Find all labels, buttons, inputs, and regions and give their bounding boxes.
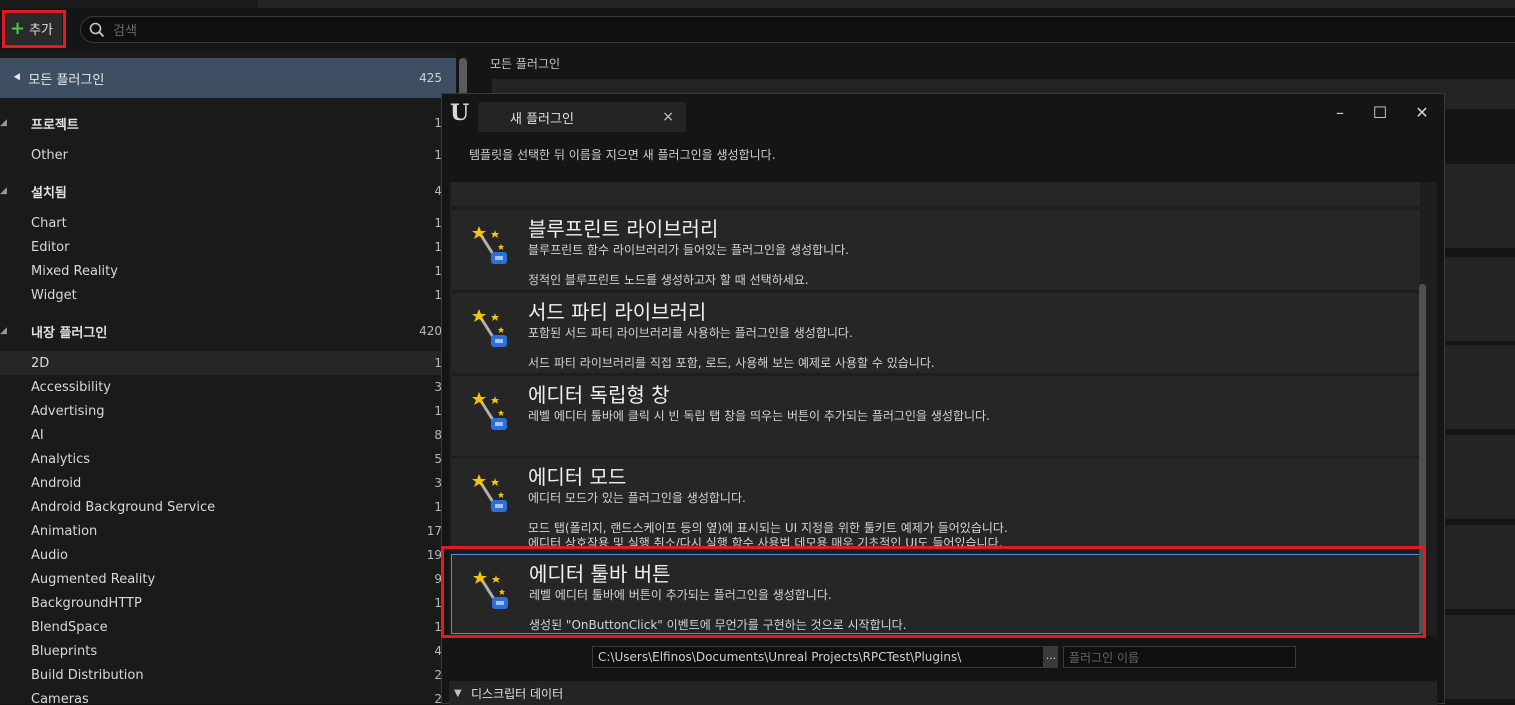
sidebar-item-label: Android <box>31 475 82 491</box>
sidebar-item[interactable]: 2D 1 <box>0 351 456 375</box>
sidebar-item-label: Advertising <box>31 403 105 419</box>
sidebar-item[interactable]: AI 8 <box>0 423 456 447</box>
tab-new-plugin[interactable]: 새 플러그인 × <box>478 102 686 132</box>
sidebar-item[interactable]: Chart 1 <box>0 211 456 235</box>
magic-wand-icon <box>471 472 517 518</box>
tab-close-icon[interactable]: × <box>662 109 674 125</box>
sidebar-category-header[interactable]: ◢ 내장 플러그인 420 <box>0 319 456 343</box>
search-icon <box>89 22 105 37</box>
sidebar-item[interactable]: Build Distribution 2 <box>0 663 456 687</box>
sidebar-item[interactable]: Augmented Reality 9 <box>0 567 456 591</box>
sidebar-item-label: 모든 플러그인 <box>28 72 105 88</box>
sidebar-item[interactable]: Accessibility 3 <box>0 375 456 399</box>
sidebar-item-count: 420 <box>419 324 442 338</box>
sidebar-item-label: Editor <box>31 239 70 255</box>
sidebar: ⯇ 모든 플러그인 425 ◢ 프로젝트 1 Other 1 ◢ 설치됨 4 Chart 1 Edi… <box>0 52 456 704</box>
template-name: 에디터 모드 <box>528 465 627 489</box>
expand-arrow-icon[interactable]: ◢ <box>0 118 7 128</box>
sidebar-item-label: BackgroundHTTP <box>31 595 142 611</box>
template-item[interactable]: 블루프린트 라이브러리블루프린트 함수 라이브러리가 들어있는 플러그인을 생성… <box>451 210 1420 290</box>
plugin-path-field[interactable]: C:\Users\Elfinos\Documents\Unreal Projec… <box>592 646 1044 668</box>
template-note: 정적인 블루프린트 노드를 생성하고자 할 때 선택하세요. <box>528 273 809 287</box>
sidebar-item-count: 17 <box>426 524 442 538</box>
sidebar-item-count: 425 <box>419 71 442 85</box>
dialog-titlebar[interactable]: U 새 플러그인 × – ☐ ✕ <box>442 94 1444 134</box>
sidebar-item[interactable]: Cameras 2 <box>0 687 456 705</box>
sidebar-item-label: Mixed Reality <box>31 263 118 279</box>
sidebar-category-header[interactable]: ◢ 프로젝트 1 <box>0 111 456 135</box>
sidebar-item-label: Chart <box>31 215 67 231</box>
template-name: 서드 파티 라이브러리 <box>528 300 707 324</box>
sidebar-item-label: AI <box>31 427 44 443</box>
sidebar-item-label: Animation <box>31 523 98 539</box>
sidebar-item[interactable]: BlendSpace 1 <box>0 615 456 639</box>
top-strip <box>0 0 1515 8</box>
sidebar-item[interactable]: Android Background Service 1 <box>0 495 456 519</box>
sidebar-item-label: 2D <box>31 355 50 371</box>
template-name: 에디터 독립형 창 <box>528 383 670 407</box>
sidebar-item-label: 설치됨 <box>31 185 67 201</box>
sidebar-category-header[interactable]: ◢ 설치됨 4 <box>0 179 456 203</box>
magic-wand-icon <box>471 224 517 270</box>
template-item[interactable]: 에디터 독립형 창레벨 에디터 툴바에 클릭 시 빈 독립 탭 창을 띄우는 버… <box>451 376 1420 456</box>
sidebar-item-label: Audio <box>31 547 68 563</box>
magic-wand-icon <box>471 307 517 353</box>
sidebar-item-all-plugins[interactable]: ⯇ 모든 플러그인 425 <box>0 58 456 98</box>
sidebar-item-label: Other <box>31 147 68 163</box>
descriptor-data-section[interactable]: ▼ 디스크립터 데이터 <box>449 681 1437 705</box>
minimize-icon[interactable]: – <box>1330 103 1350 122</box>
main-title: 모든 플러그인 <box>490 57 561 71</box>
sidebar-item[interactable]: Widget 1 <box>0 283 456 307</box>
browse-path-button[interactable]: ... <box>1044 646 1058 668</box>
template-item[interactable]: 서드 파티 라이브러리포함된 서드 파티 라이브러리를 사용하는 플러그인을 생… <box>451 293 1420 373</box>
sidebar-item-label: 내장 플러그인 <box>31 325 108 341</box>
close-icon[interactable]: ✕ <box>1412 103 1432 122</box>
dialog-description: 템플릿을 선택한 뒤 이름을 지으면 새 플러그인을 생성합니다. <box>469 148 776 162</box>
template-description: 블루프린트 함수 라이브러리가 들어있는 플러그인을 생성합니다. <box>528 243 849 257</box>
sidebar-item[interactable]: Blueprints 4 <box>0 639 456 663</box>
descriptor-label: 디스크립터 데이터 <box>471 686 564 701</box>
sidebar-item-label: Blueprints <box>31 643 98 659</box>
sidebar-item-label: Cameras <box>31 691 89 705</box>
sidebar-item-label: BlendSpace <box>31 619 108 635</box>
sidebar-item[interactable]: Android 3 <box>0 471 456 495</box>
highlight-editor-toolbar-button <box>441 546 1426 638</box>
tab-label: 새 플러그인 <box>510 111 574 127</box>
search-placeholder: 검색 <box>113 24 137 39</box>
sidebar-item[interactable]: Other 1 <box>0 143 456 167</box>
plugin-name-field[interactable]: 플러그인 이름 <box>1063 646 1296 668</box>
sidebar-item-count: 19 <box>426 548 442 562</box>
sidebar-item-label: Analytics <box>31 451 91 467</box>
template-description: 에디터 모드가 있는 플러그인을 생성합니다. <box>528 491 746 505</box>
sidebar-item-label: Widget <box>31 287 77 303</box>
sidebar-item-label: Augmented Reality <box>31 571 156 587</box>
sidebar-item[interactable]: BackgroundHTTP 1 <box>0 591 456 615</box>
sidebar-item-label: 프로젝트 <box>31 117 79 133</box>
highlight-add-button <box>2 10 66 48</box>
collapse-arrow-icon: ▼ <box>454 687 462 699</box>
top-strip-segment <box>258 0 1515 8</box>
expand-arrow-icon[interactable]: ◢ <box>0 326 7 336</box>
sidebar-item[interactable]: Mixed Reality 1 <box>0 259 456 283</box>
search-input[interactable]: 검색 <box>80 16 1515 43</box>
magic-wand-icon <box>471 390 517 436</box>
template-item[interactable]: 에디터 모드 에디터 모드가 있는 플러그인을 생성합니다. 모드 탭(폴리지, 랜… <box>451 458 1420 550</box>
expand-arrow-icon[interactable]: ◢ <box>0 186 7 196</box>
sidebar-item[interactable]: Advertising 1 <box>0 399 456 423</box>
template-name: 블루프린트 라이브러리 <box>528 217 719 241</box>
sidebar-item[interactable]: Animation 17 <box>0 519 456 543</box>
maximize-icon[interactable]: ☐ <box>1370 103 1390 122</box>
template-description: 포함된 서드 파티 라이브러리를 사용하는 플러그인을 생성합니다. <box>528 326 853 340</box>
template-note: 서드 파티 라이브러리를 직접 포함, 로드, 사용해 보는 예제로 사용할 수… <box>528 356 935 370</box>
sidebar-item-label: Build Distribution <box>31 667 144 683</box>
sidebar-item[interactable]: Editor 1 <box>0 235 456 259</box>
template-item-partial[interactable] <box>451 182 1420 206</box>
sidebar-item[interactable]: Analytics 5 <box>0 447 456 471</box>
sidebar-item[interactable]: Audio 19 <box>0 543 456 567</box>
sidebar-item-label: Accessibility <box>31 379 111 395</box>
plug-icon: ⯇ <box>12 70 23 86</box>
template-description: 레벨 에디터 툴바에 클릭 시 빈 독립 탭 창을 띄우는 버튼이 추가되는 플… <box>528 409 990 423</box>
sidebar-item-label: Android Background Service <box>31 499 216 515</box>
unreal-logo-icon: U <box>450 100 470 126</box>
